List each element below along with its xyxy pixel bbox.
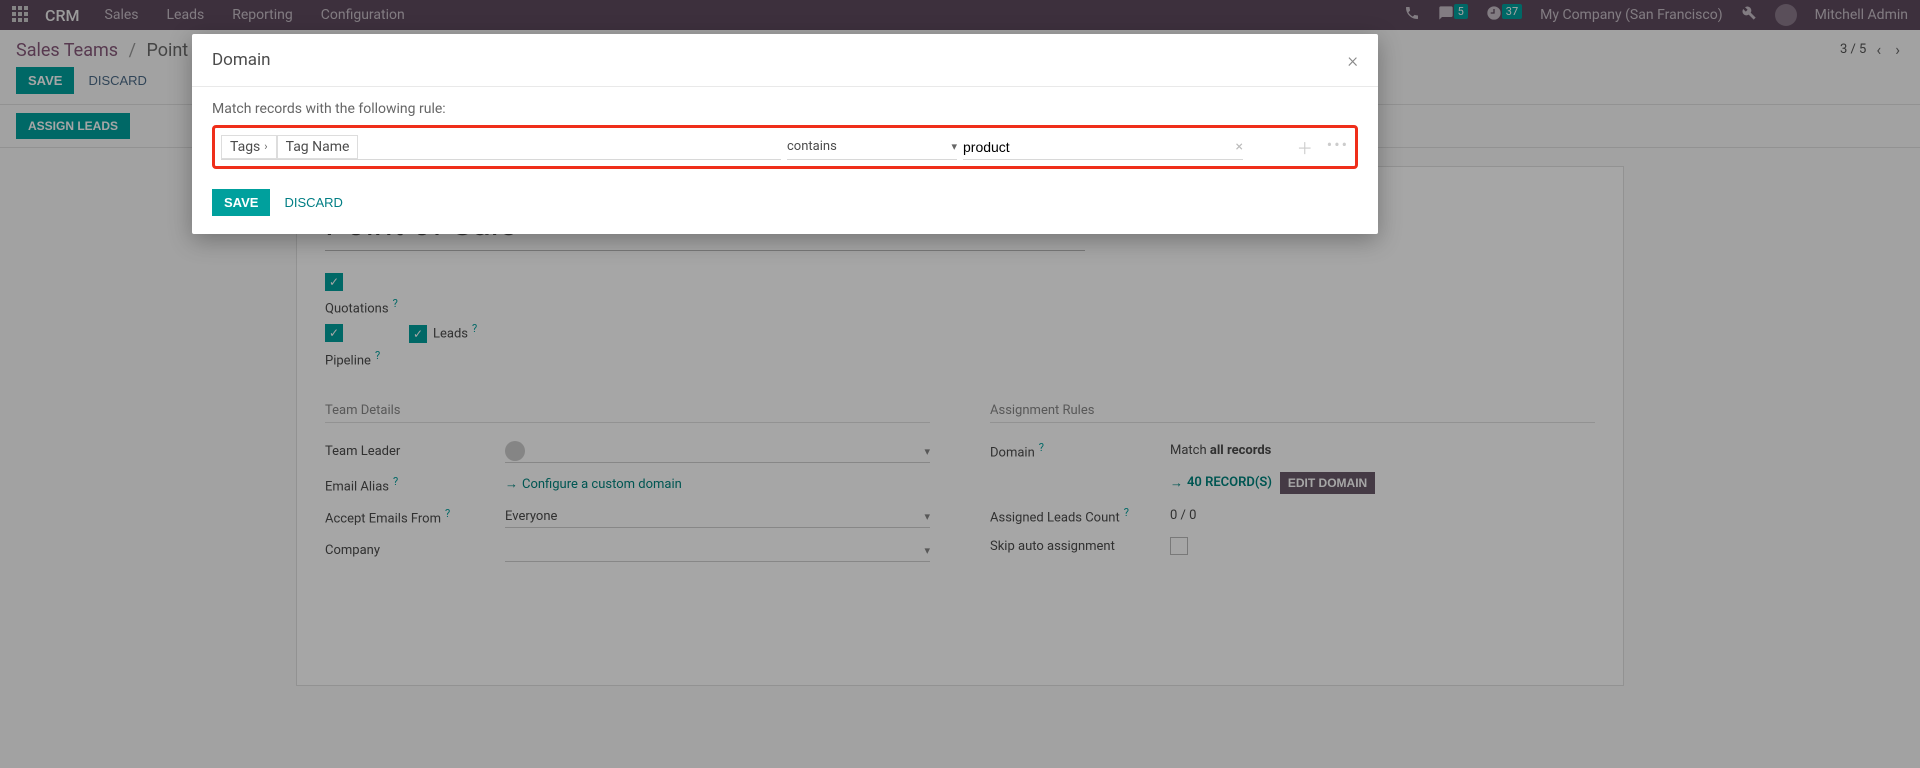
rule-row: Tags› Tag Name contains ▾ × ＋ ••• — [212, 125, 1358, 169]
rule-operator-select[interactable]: contains ▾ — [787, 134, 957, 160]
chevron-right-icon: › — [264, 140, 267, 153]
chevron-down-icon: ▾ — [951, 140, 957, 153]
close-icon[interactable]: × — [1348, 48, 1358, 72]
clear-icon[interactable]: × — [1236, 139, 1243, 155]
add-rule-icon[interactable]: ＋ — [1297, 135, 1313, 159]
rule-value-input[interactable] — [963, 137, 1232, 157]
field-chip-tags[interactable]: Tags› — [221, 135, 277, 159]
rule-value-input-wrap: × — [963, 134, 1243, 160]
modal-discard-button[interactable]: DISCARD — [284, 195, 343, 210]
more-icon[interactable]: ••• — [1327, 135, 1349, 159]
rule-field-selector[interactable]: Tags› Tag Name — [221, 134, 781, 160]
modal-title: Domain — [212, 50, 271, 70]
domain-modal: Domain × Match records with the followin… — [192, 34, 1378, 234]
modal-save-button[interactable]: SAVE — [212, 189, 270, 216]
field-chip-tagname[interactable]: Tag Name — [277, 135, 359, 159]
modal-help-text: Match records with the following rule: — [212, 101, 1358, 117]
